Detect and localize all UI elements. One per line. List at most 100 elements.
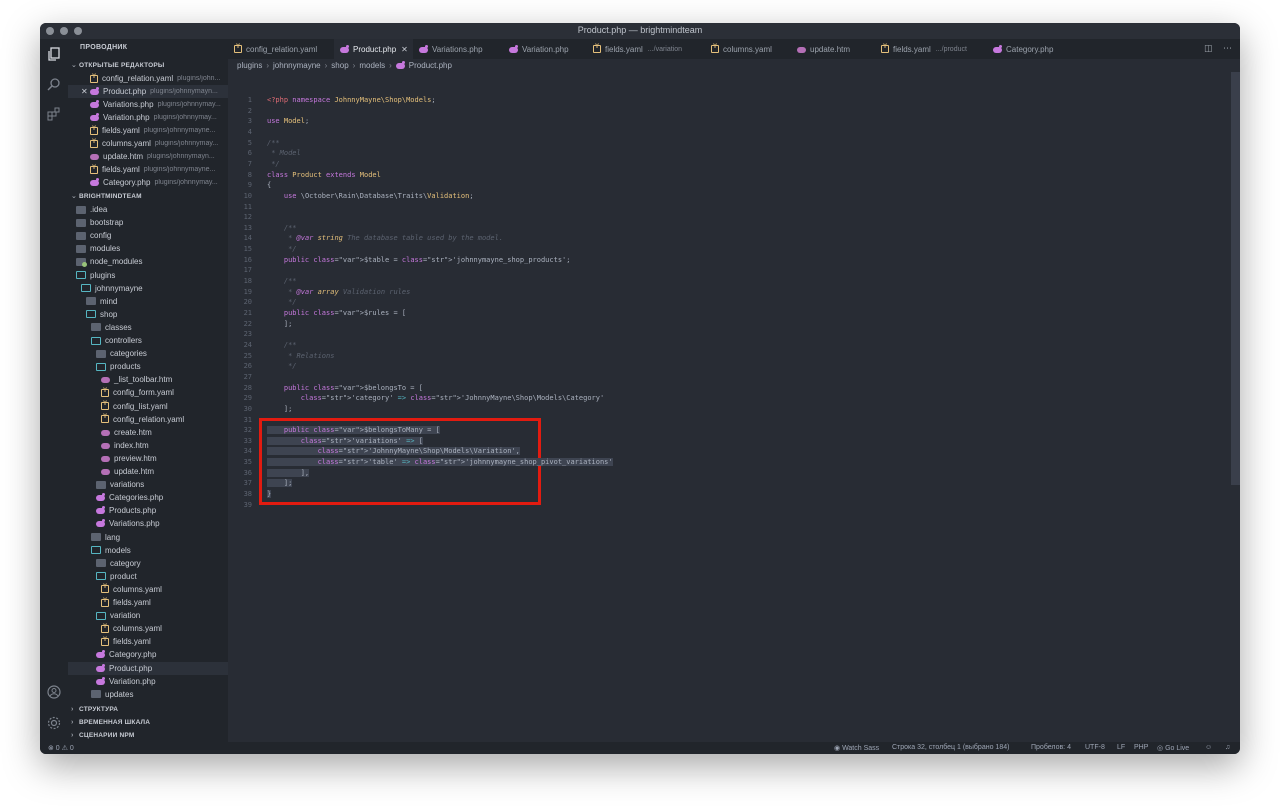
extensions-icon[interactable] [45, 105, 63, 123]
editor-tab[interactable]: columns.yaml [705, 39, 791, 59]
editor-tab[interactable]: fields.yaml .../variation [587, 39, 705, 59]
tree-file[interactable]: create.htm [68, 426, 228, 439]
more-actions-icon[interactable]: ⋯ [1223, 43, 1232, 53]
search-icon[interactable] [45, 75, 63, 93]
tree-folder[interactable]: category [68, 557, 228, 570]
tree-file[interactable]: _list_toolbar.htm [68, 373, 228, 386]
tree-folder[interactable]: lang [68, 531, 228, 544]
tree-file[interactable]: Product.php [68, 661, 228, 675]
editor-tab[interactable]: fields.yaml .../product [875, 39, 987, 59]
tree-folder[interactable]: models [68, 544, 228, 557]
tree-file[interactable]: Variation.php [68, 675, 228, 688]
tree-file[interactable]: index.htm [68, 439, 228, 452]
file-path: plugins/johnnymay... [154, 179, 218, 186]
yaml-file-icon [881, 44, 889, 53]
notifications-bell-icon[interactable]: ♫ [1225, 744, 1230, 751]
yaml-file-icon [101, 388, 109, 397]
tree-file[interactable]: preview.htm [68, 452, 228, 465]
tree-file[interactable]: config_form.yaml [68, 386, 228, 399]
editor-tab[interactable]: config_relation.yaml [228, 39, 334, 59]
breadcrumb-item[interactable]: Product.php [409, 61, 452, 70]
open-editor-item[interactable]: ✕ Product.php plugins/johnnymayn... [68, 85, 228, 98]
split-editor-icon[interactable]: ◫ [1204, 43, 1213, 53]
tree-file[interactable]: columns.yaml [68, 622, 228, 635]
tree-folder[interactable]: controllers [68, 334, 228, 347]
tree-file[interactable]: Products.php [68, 504, 228, 517]
editor-tab[interactable]: Product.php ✕ [334, 39, 413, 59]
editor-tab[interactable]: update.htm [791, 39, 875, 59]
line-number: 35 [243, 458, 252, 467]
code-editor[interactable]: 1 <?php namespace JohnnyMayne\Shop\Models… [228, 72, 1240, 742]
open-editor-item[interactable]: Variation.php plugins/johnnymay... [68, 111, 228, 124]
tree-folder[interactable]: product [68, 570, 228, 583]
breadcrumb: plugins › johnnymayne › shop › models › Product.… [228, 59, 1240, 72]
workspace-section[interactable]: ⌄ BRIGHTMINDTEAM [68, 190, 228, 202]
open-editor-item[interactable]: fields.yamlplugins/johnnymayne... [68, 124, 228, 137]
language-mode[interactable]: PHP [1134, 744, 1148, 751]
encoding-setting[interactable]: UTF-8 [1085, 744, 1105, 751]
editor-tab[interactable]: Variation.php [503, 39, 587, 59]
settings-gear-icon[interactable] [45, 714, 63, 732]
open-editors-section[interactable]: ⌄ ОТКРЫТЫЕ РЕДАКТОРЫ [68, 59, 228, 71]
code-line: } [267, 490, 272, 499]
tree-file[interactable]: fields.yaml [68, 635, 228, 648]
tree-file[interactable]: Categories.php [68, 491, 228, 504]
tree-folder[interactable]: categories [68, 347, 228, 360]
tree-file[interactable]: Category.php [68, 648, 228, 661]
tree-folder[interactable]: classes [68, 321, 228, 334]
open-editor-item[interactable]: fields.yamlplugins/johnnymayne... [68, 163, 228, 176]
tree-file[interactable]: update.htm [68, 465, 228, 478]
explorer-icon[interactable] [45, 45, 63, 63]
feedback-icon[interactable]: ☺ [1205, 744, 1212, 751]
editor-tab[interactable]: Category.php [987, 39, 1083, 59]
tree-folder[interactable]: .idea [68, 203, 228, 216]
title-bar: Product.php — brightmindteam [40, 23, 1240, 39]
collapsed-section[interactable]: › СТРУКТУРА [68, 703, 228, 715]
close-tab-icon[interactable]: ✕ [401, 45, 408, 54]
indentation-setting[interactable]: Пробелов: 4 [1031, 744, 1071, 751]
collapsed-section[interactable]: › СЦЕНАРИИ NPM [68, 729, 228, 741]
open-editor-item[interactable]: Category.php plugins/johnnymay... [68, 176, 228, 189]
tree-file[interactable]: Variations.php [68, 517, 228, 530]
watch-sass-button[interactable]: ◉ Watch Sass [834, 744, 879, 752]
open-editor-item[interactable]: Variations.php plugins/johnnymay... [68, 98, 228, 111]
breadcrumb-item[interactable]: plugins [237, 61, 262, 70]
tree-file[interactable]: config_list.yaml [68, 400, 228, 413]
tree-file[interactable]: fields.yaml [68, 596, 228, 609]
php-file-icon [96, 663, 105, 673]
code-line: class="str">'table' => class="str">'john… [267, 458, 613, 467]
tree-item-label: fields.yaml [113, 637, 151, 647]
tree-folder[interactable]: plugins [68, 269, 228, 282]
tree-folder[interactable]: modules [68, 242, 228, 255]
breadcrumb-item[interactable]: models [359, 61, 385, 70]
yaml-file-icon [101, 598, 109, 607]
close-icon[interactable]: ✕ [81, 87, 88, 96]
tree-folder[interactable]: variations [68, 478, 228, 491]
tree-folder[interactable]: bootstrap [68, 216, 228, 229]
tree-folder[interactable]: mind [68, 295, 228, 308]
breadcrumb-item[interactable]: shop [331, 61, 348, 70]
open-editor-item[interactable]: update.htm plugins/johnnymayn... [68, 150, 228, 163]
tree-folder[interactable]: products [68, 360, 228, 373]
tree-file[interactable]: columns.yaml [68, 583, 228, 596]
breadcrumb-item[interactable]: johnnymayne [273, 61, 321, 70]
tree-folder[interactable]: variation [68, 609, 228, 622]
cursor-position[interactable]: Строка 32, столбец 1 (выбрано 184) [892, 744, 1009, 751]
tree-folder[interactable]: config [68, 229, 228, 242]
go-live-button[interactable]: ◎ Go Live [1157, 744, 1189, 752]
account-icon[interactable] [45, 683, 63, 701]
tab-label: Variations.php [432, 44, 483, 54]
line-number: 13 [243, 223, 252, 232]
open-editor-item[interactable]: columns.yamlplugins/johnnymay... [68, 137, 228, 150]
tree-file[interactable]: config_relation.yaml [68, 413, 228, 426]
tree-folder[interactable]: shop [68, 308, 228, 321]
eol-setting[interactable]: LF [1117, 744, 1125, 751]
tree-folder[interactable]: node_modules [68, 255, 228, 268]
editor-tab[interactable]: Variations.php [413, 39, 503, 59]
open-editor-item[interactable]: config_relation.yamlplugins/john... [68, 72, 228, 85]
tree-folder[interactable]: updates [68, 688, 228, 701]
problems-indicator[interactable]: ⊗ 0 ⚠ 0 [48, 744, 74, 752]
editor-scrollbar[interactable] [1231, 72, 1240, 485]
tree-folder[interactable]: johnnymayne [68, 282, 228, 295]
collapsed-section[interactable]: › ВРЕМЕННАЯ ШКАЛА [68, 716, 228, 728]
